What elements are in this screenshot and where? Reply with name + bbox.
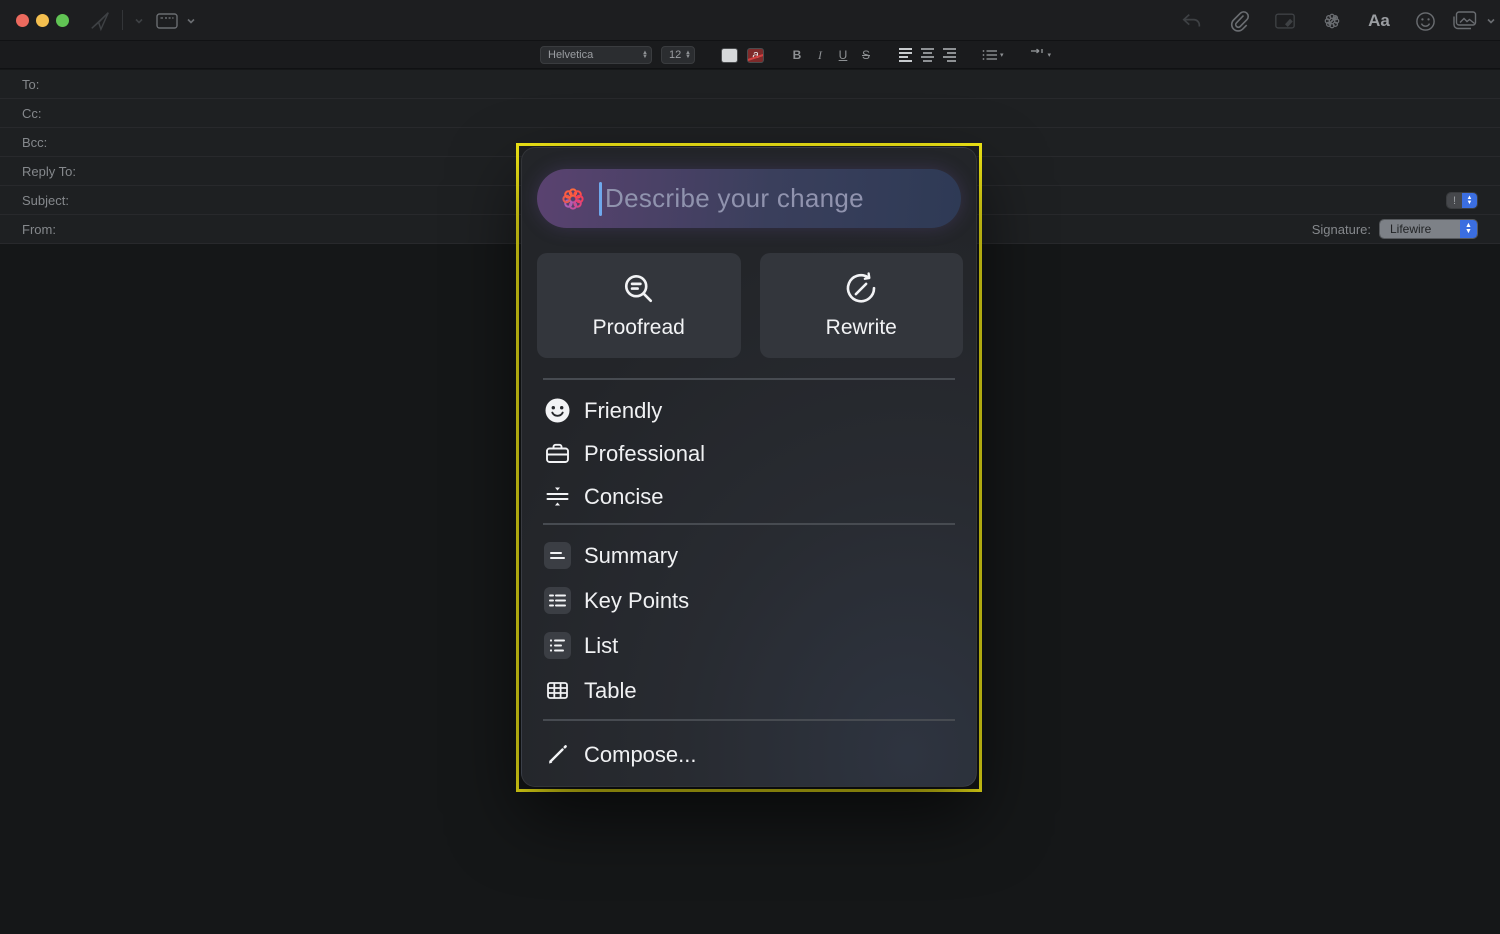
mail-compose-window: Aa Helvetica	[0, 0, 1500, 934]
format-bar: Helvetica ▲▼ 12 ▲▼ a B I U S	[0, 41, 1500, 69]
compose-label: Compose...	[584, 742, 697, 768]
divider	[543, 719, 955, 721]
align-center-button[interactable]	[921, 48, 934, 62]
professional-label: Professional	[584, 441, 705, 467]
from-label: From:	[22, 222, 56, 237]
font-family-select[interactable]: Helvetica ▲▼	[540, 46, 652, 64]
bullet-list-icon	[544, 587, 571, 614]
background-color-well[interactable]	[721, 48, 738, 63]
stepper-icon: ▲▼	[1462, 193, 1477, 208]
chevron-down-icon[interactable]	[126, 8, 152, 34]
summary-lines-icon	[544, 542, 571, 569]
font-family-value: Helvetica	[548, 49, 593, 61]
menu-item-friendly[interactable]: Friendly	[537, 389, 963, 432]
concise-label: Concise	[584, 484, 663, 510]
dotted-list-icon	[544, 632, 571, 659]
emoji-icon[interactable]	[1412, 8, 1438, 34]
stepper-icon: ▲▼	[642, 51, 648, 59]
bold-button[interactable]: B	[790, 48, 804, 62]
underline-button[interactable]: U	[836, 48, 850, 62]
menu-item-professional[interactable]: Professional	[537, 432, 963, 475]
signature-label: Signature:	[1312, 222, 1371, 237]
format-text-label: Aa	[1368, 11, 1390, 31]
proofread-label: Proofread	[593, 316, 685, 340]
signature-value: Lifewire	[1380, 220, 1460, 238]
photo-browser-icon[interactable]	[1452, 8, 1478, 34]
font-size-value: 12	[669, 49, 681, 61]
stepper-icon: ▲▼	[685, 51, 691, 59]
text-caret	[599, 182, 602, 216]
table-label: Table	[584, 678, 637, 704]
list-style-button[interactable]: ▾	[982, 49, 1004, 61]
menu-item-table[interactable]: Table	[537, 669, 963, 712]
priority-select[interactable]: ! ▲▼	[1446, 192, 1478, 209]
circular-pencil-icon	[843, 271, 879, 307]
italic-button[interactable]: I	[813, 48, 827, 63]
font-color-well[interactable]: a	[747, 48, 764, 63]
markup-icon[interactable]	[1272, 8, 1298, 34]
toolbar-divider	[122, 10, 123, 30]
font-size-select[interactable]: 12 ▲▼	[661, 46, 695, 64]
chevron-down-icon[interactable]	[1478, 8, 1500, 34]
menu-item-summary[interactable]: Summary	[537, 534, 963, 577]
align-left-button[interactable]	[899, 48, 912, 62]
attach-icon[interactable]	[1226, 8, 1252, 34]
menu-item-key-points[interactable]: Key Points	[537, 579, 963, 622]
writing-tools-icon[interactable]	[1319, 8, 1345, 34]
list-label: List	[584, 633, 618, 659]
header-fields-icon[interactable]	[154, 8, 180, 34]
input-placeholder: Describe your change	[605, 183, 864, 214]
apple-intelligence-icon	[558, 184, 588, 214]
cc-label: Cc:	[22, 106, 42, 121]
priority-value: !	[1447, 193, 1462, 208]
divider	[543, 523, 955, 525]
chevron-down-icon[interactable]	[178, 8, 204, 34]
bcc-label: Bcc:	[22, 135, 47, 150]
send-icon[interactable]	[87, 8, 113, 34]
rewrite-label: Rewrite	[826, 316, 897, 340]
magnifier-lines-icon	[621, 271, 657, 307]
signature-select[interactable]: Lifewire ▲▼	[1379, 219, 1478, 239]
rewrite-button[interactable]: Rewrite	[760, 253, 964, 358]
minimize-window-button[interactable]	[36, 14, 49, 27]
smiley-icon	[544, 397, 571, 424]
format-text-icon[interactable]: Aa	[1366, 8, 1392, 34]
titlebar: Aa	[0, 0, 1500, 41]
writing-tools-popup: Describe your change Proofread Rewrite	[521, 147, 977, 787]
indent-button[interactable]: ▾	[1030, 49, 1052, 61]
summary-label: Summary	[584, 543, 678, 569]
to-label: To:	[22, 77, 39, 92]
stepper-icon: ▲▼	[1460, 220, 1477, 238]
table-grid-icon	[544, 677, 571, 704]
subject-label: Subject:	[22, 193, 69, 208]
close-window-button[interactable]	[16, 14, 29, 27]
zoom-window-button[interactable]	[56, 14, 69, 27]
cc-field[interactable]: Cc:	[0, 99, 1500, 128]
align-right-button[interactable]	[943, 48, 956, 62]
to-field[interactable]: To:	[0, 70, 1500, 99]
describe-change-input[interactable]: Describe your change	[537, 169, 961, 228]
menu-item-concise[interactable]: Concise	[537, 475, 963, 518]
proofread-button[interactable]: Proofread	[537, 253, 741, 358]
briefcase-icon	[544, 440, 571, 467]
key-points-label: Key Points	[584, 588, 689, 614]
divider	[543, 378, 955, 380]
undo-icon[interactable]	[1179, 8, 1205, 34]
menu-item-compose[interactable]: Compose...	[537, 733, 963, 776]
pencil-icon	[544, 741, 571, 768]
reply-to-label: Reply To:	[22, 164, 76, 179]
menu-item-list[interactable]: List	[537, 624, 963, 667]
strikethrough-button[interactable]: S	[859, 48, 873, 62]
compress-lines-icon	[544, 483, 571, 510]
friendly-label: Friendly	[584, 398, 662, 424]
font-color-letter: a	[752, 49, 758, 61]
